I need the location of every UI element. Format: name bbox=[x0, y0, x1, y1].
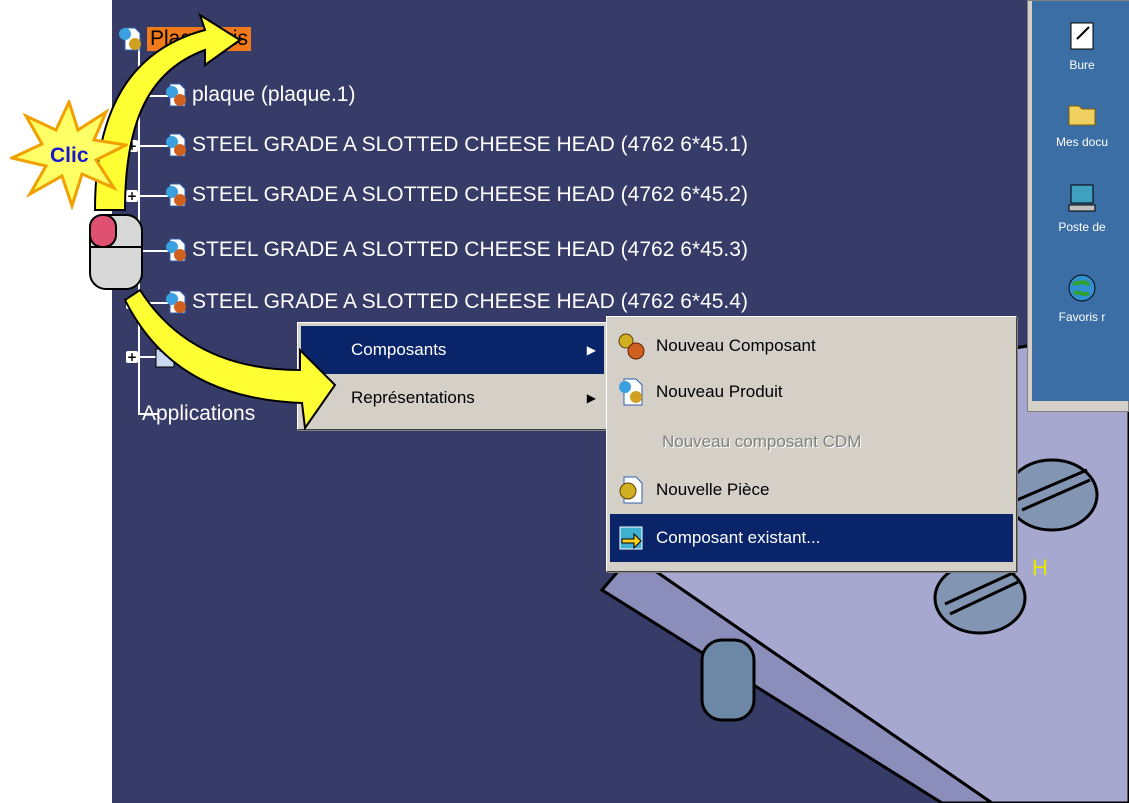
tree-node-screw[interactable]: STEEL GRADE A SLOTTED CHEESE HEAD (4762 … bbox=[162, 233, 748, 267]
menu-item-composant-existant[interactable]: Composant existant... bbox=[610, 514, 1013, 562]
svg-text:H: H bbox=[1032, 555, 1048, 580]
menu-item-nouveau-composant[interactable]: Nouveau Composant bbox=[610, 322, 1013, 370]
leg-post bbox=[700, 638, 756, 722]
globe-icon bbox=[1068, 274, 1096, 302]
windows-desktop-panel: Bure Mes docu Poste de Favoris r bbox=[1027, 0, 1129, 412]
gear-component-icon bbox=[618, 333, 645, 360]
product-icon bbox=[619, 378, 643, 406]
part-icon bbox=[166, 238, 186, 262]
part-icon bbox=[619, 476, 643, 504]
tree-node-constraints[interactable] bbox=[152, 339, 182, 373]
tree-node-label: STEEL GRADE A SLOTTED CHEESE HEAD (4762 … bbox=[192, 133, 748, 156]
part-icon bbox=[166, 183, 186, 207]
clic-starburst: Clic bbox=[7, 97, 131, 211]
constraints-icon bbox=[155, 344, 175, 368]
part-icon bbox=[166, 133, 186, 157]
desktop-icon-label: Mes docu bbox=[1055, 135, 1109, 149]
tree-node-label: Applications bbox=[142, 402, 256, 425]
tree-node-label: STEEL GRADE A SLOTTED CHEESE HEAD (4762 … bbox=[192, 238, 748, 261]
part-icon bbox=[166, 83, 186, 107]
menu-item-composants[interactable]: Composants ▶ bbox=[301, 326, 604, 374]
menu-item-label: Composant existant... bbox=[656, 528, 821, 547]
desktop-icon-documents[interactable]: Mes docu bbox=[1032, 96, 1129, 149]
folder-icon bbox=[1068, 105, 1096, 126]
menu-item-label: Nouveau composant CDM bbox=[662, 432, 862, 451]
menu-item-label: Composants bbox=[351, 340, 447, 359]
part-icon bbox=[166, 290, 186, 314]
notepad-icon bbox=[1070, 22, 1094, 50]
menu-item-nouveau-composant-cdm[interactable]: Nouveau composant CDM bbox=[610, 418, 1013, 466]
menu-item-nouveau-produit[interactable]: Nouveau Produit bbox=[610, 368, 1013, 416]
tree-node-label: STEEL GRADE A SLOTTED CHEESE HEAD (4762 … bbox=[192, 290, 748, 313]
tree-node-screw[interactable]: STEEL GRADE A SLOTTED CHEESE HEAD (4762 … bbox=[162, 285, 748, 319]
tree-node-applications[interactable]: Applications bbox=[142, 397, 255, 431]
desktop-icon-bureau[interactable]: Bure bbox=[1032, 19, 1129, 72]
desktop-icon-poste[interactable]: Poste de bbox=[1032, 181, 1129, 234]
desktop-icon-favoris[interactable]: Favoris r bbox=[1032, 271, 1129, 324]
tree-root-label: Plaque-vis bbox=[147, 27, 252, 51]
desktop-icon-label: Favoris r bbox=[1058, 310, 1106, 324]
mouse-click-icon bbox=[89, 214, 143, 290]
context-menu: Composants ▶ Représentations ▶ bbox=[297, 322, 608, 430]
expand-toggle[interactable]: + bbox=[126, 297, 138, 309]
product-icon bbox=[119, 27, 141, 51]
clic-label: Clic bbox=[50, 144, 89, 167]
tree-node-part[interactable]: plaque (plaque.1) bbox=[162, 78, 355, 112]
menu-item-label: Nouvelle Pièce bbox=[656, 480, 770, 499]
computer-icon bbox=[1068, 184, 1096, 212]
menu-item-label: Nouveau Produit bbox=[656, 382, 783, 401]
tree-node-label: STEEL GRADE A SLOTTED CHEESE HEAD (4762 … bbox=[192, 183, 748, 206]
submenu-arrow-icon: ▶ bbox=[586, 391, 596, 405]
desktop-background: Bure Mes docu Poste de Favoris r bbox=[1032, 1, 1129, 401]
submenu-composants: Nouveau Composant Nouveau Produit Nouvea… bbox=[606, 316, 1017, 572]
desktop-icon-label: Poste de bbox=[1058, 220, 1106, 234]
tree-root-node[interactable]: Plaque-vis bbox=[117, 22, 252, 56]
desktop-icon-label: Bure bbox=[1069, 58, 1095, 72]
tree-node-screw[interactable]: STEEL GRADE A SLOTTED CHEESE HEAD (4762 … bbox=[162, 178, 748, 212]
tree-node-screw[interactable]: STEEL GRADE A SLOTTED CHEESE HEAD (4762 … bbox=[162, 128, 748, 162]
insert-arrow-icon bbox=[619, 526, 643, 550]
tree-node-label: plaque (plaque.1) bbox=[192, 83, 356, 106]
menu-item-representations[interactable]: Représentations ▶ bbox=[301, 374, 604, 422]
menu-item-label: Nouveau Composant bbox=[656, 336, 816, 355]
submenu-arrow-icon: ▶ bbox=[586, 343, 596, 357]
expand-toggle[interactable]: + bbox=[126, 351, 138, 363]
menu-item-label: Représentations bbox=[351, 388, 475, 407]
menu-item-nouvelle-piece[interactable]: Nouvelle Pièce bbox=[610, 466, 1013, 514]
